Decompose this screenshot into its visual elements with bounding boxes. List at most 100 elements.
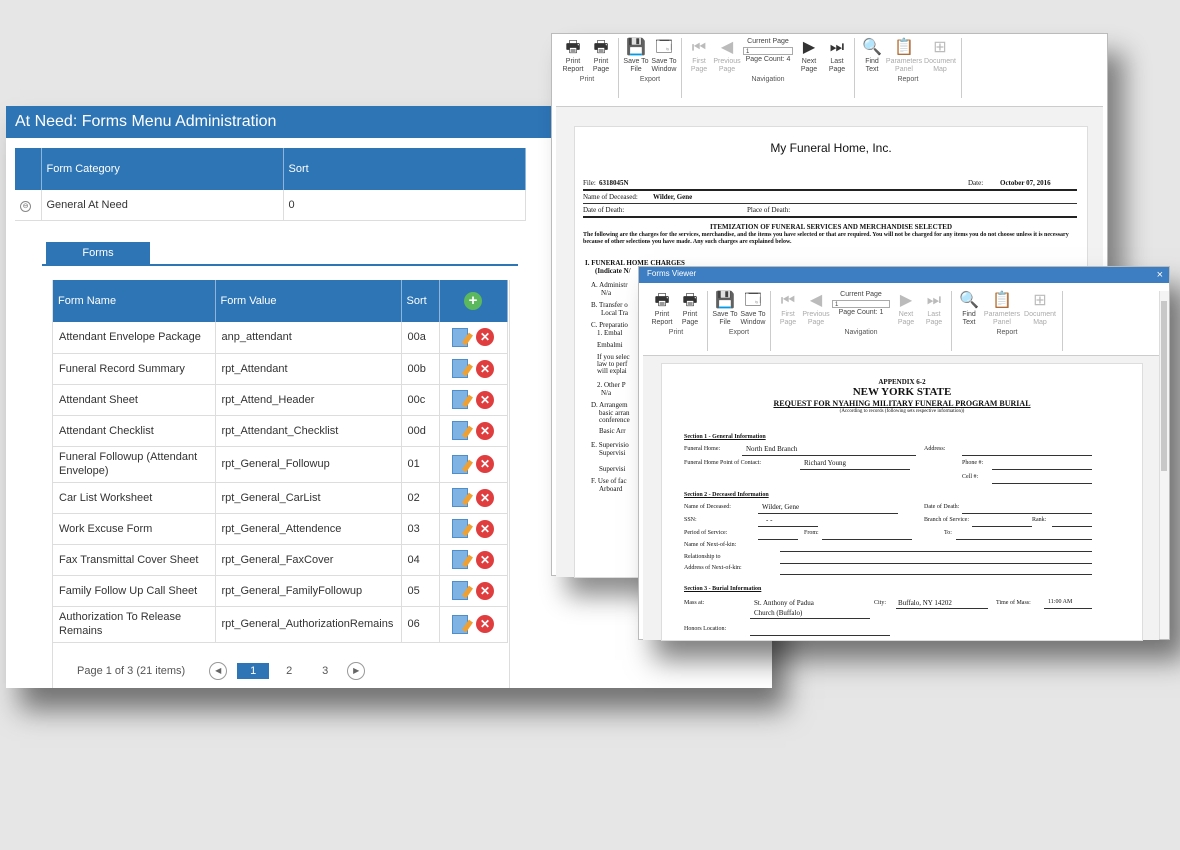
- column-header-form-category[interactable]: Form Category: [41, 148, 284, 190]
- parameters-panel-button[interactable]: 📋 Parameters Panel: [886, 38, 922, 74]
- contact-label: Funeral Home Point of Contact:: [684, 460, 761, 466]
- column-header-form-value[interactable]: Form Value: [215, 280, 402, 322]
- category-sort: 0: [283, 190, 526, 221]
- date-label: Date:: [968, 179, 984, 187]
- mass-value-line-2: Church (Buffalo): [754, 609, 803, 617]
- previous-page-button[interactable]: ◀ Previous Page: [802, 291, 830, 327]
- print-report-button[interactable]: 🖶 Print Report: [648, 291, 676, 327]
- add-form-button[interactable]: +: [464, 292, 482, 310]
- charge-item-line: Supervisi: [599, 465, 626, 473]
- last-page-button[interactable]: ⏭ Last Page: [823, 38, 851, 74]
- category-row[interactable]: ⊖ General At Need 0: [15, 190, 526, 221]
- table-row[interactable]: Attendant Checklist rpt_Attendant_Checkli…: [53, 415, 508, 447]
- form-value-cell: rpt_General_Attendence: [215, 513, 402, 545]
- edit-icon[interactable]: [452, 327, 468, 347]
- print-page-button[interactable]: 🖶 Print Page: [676, 291, 704, 327]
- column-header-form-name[interactable]: Form Name: [53, 280, 216, 322]
- delete-icon[interactable]: ✕: [476, 615, 494, 633]
- first-page-button[interactable]: ⏮ First Page: [685, 38, 713, 74]
- relationship-label: Relationship to: [684, 554, 721, 560]
- ribbon-group-export: 💾 Save To File 🗔 Save To Window Export: [708, 291, 771, 351]
- find-text-button[interactable]: 🔍 Find Text: [858, 38, 886, 74]
- save-window-icon: 🗔: [655, 39, 673, 56]
- prev-page-icon[interactable]: ◀: [209, 662, 228, 680]
- collapse-icon[interactable]: ⊖: [20, 200, 31, 212]
- next-page-icon[interactable]: ▶: [347, 662, 366, 680]
- table-row[interactable]: Attendant Envelope Package anp_attendant 0…: [53, 322, 508, 354]
- pager-summary: Page 1 of 3 (21 items): [77, 665, 186, 677]
- request-form-page: APPENDIX 6-2 NEW YORK STATE REQUEST FOR …: [661, 363, 1143, 641]
- current-page-select[interactable]: 1: [743, 47, 793, 55]
- previous-page-button[interactable]: ◀ Previous Page: [713, 38, 741, 74]
- current-page-select[interactable]: 1: [832, 300, 890, 308]
- window-title: Forms Viewer: [647, 269, 697, 278]
- charge-item-line: C. Preparatio: [591, 321, 628, 329]
- field-line: [780, 574, 1092, 575]
- deceased-label: Name of Deceased:: [583, 193, 638, 201]
- print-report-button[interactable]: 🖶 Print Report: [559, 38, 587, 74]
- city-value: Buffalo, NY 14202: [898, 599, 952, 607]
- to-label: To:: [944, 530, 952, 536]
- next-page-button[interactable]: ▶ Next Page: [892, 291, 920, 327]
- save-to-window-button[interactable]: 🗔 Save To Window: [650, 38, 678, 74]
- form-sort-cell: 02: [401, 482, 440, 514]
- field-line: [800, 469, 910, 470]
- table-row[interactable]: Authorization To Release Remains rpt_Gene…: [53, 606, 508, 643]
- delete-icon[interactable]: ✕: [476, 581, 494, 600]
- save-to-file-button[interactable]: 💾 Save To File: [622, 38, 650, 74]
- parameters-panel-button[interactable]: 📋 Parameters Panel: [983, 291, 1021, 327]
- edit-icon[interactable]: [452, 359, 468, 378]
- save-to-file-button[interactable]: 💾 Save To File: [711, 291, 739, 327]
- edit-icon[interactable]: [452, 614, 468, 634]
- expand-cell[interactable]: ⊖: [15, 190, 42, 221]
- next-page-button[interactable]: ▶ Next Page: [795, 38, 823, 74]
- print-page-button[interactable]: 🖶 Print Page: [587, 38, 615, 74]
- edit-icon[interactable]: [452, 550, 468, 569]
- delete-icon[interactable]: ✕: [476, 421, 494, 440]
- page-2-button[interactable]: 2: [273, 665, 305, 677]
- page-3-button[interactable]: 3: [309, 665, 341, 677]
- form-sort-cell: 00b: [401, 353, 440, 385]
- delete-icon[interactable]: ✕: [476, 519, 494, 538]
- delete-icon[interactable]: ✕: [476, 390, 494, 409]
- edit-icon[interactable]: [452, 454, 468, 474]
- first-page-button[interactable]: ⏮ First Page: [774, 291, 802, 327]
- column-header-sort[interactable]: Sort: [401, 280, 440, 322]
- table-row[interactable]: Car List Worksheet rpt_General_CarList 02 ✕: [53, 482, 508, 514]
- document-map-button[interactable]: ⊞ Document Map: [922, 38, 958, 74]
- category-table: Form Category Sort ⊖ General At Need 0: [15, 148, 526, 221]
- table-row[interactable]: Attendant Sheet rpt_Attend_Header 00c ✕: [53, 384, 508, 416]
- delete-icon[interactable]: ✕: [476, 359, 494, 378]
- table-row[interactable]: Family Follow Up Call Sheet rpt_General_F…: [53, 575, 508, 607]
- delete-icon[interactable]: ✕: [476, 550, 494, 569]
- edit-icon[interactable]: [452, 390, 468, 409]
- field-line: [896, 608, 988, 609]
- tab-forms[interactable]: Forms: [46, 242, 150, 264]
- delete-icon[interactable]: ✕: [476, 455, 494, 473]
- document-map-button[interactable]: ⊞ Document Map: [1021, 291, 1059, 327]
- column-header-sort[interactable]: Sort: [283, 148, 526, 190]
- close-icon[interactable]: ×: [1157, 267, 1163, 283]
- period-label: Period of Service:: [684, 530, 728, 536]
- save-to-window-button[interactable]: 🗔 Save To Window: [739, 291, 767, 327]
- delete-icon[interactable]: ✕: [476, 328, 494, 347]
- edit-icon[interactable]: [452, 421, 468, 440]
- row-actions: ✕: [439, 446, 508, 483]
- table-row[interactable]: Funeral Record Summary rpt_Attendant 00b ✕: [53, 353, 508, 385]
- table-row[interactable]: Work Excuse Form rpt_General_Attendence 03…: [53, 513, 508, 545]
- form-name-cell: Attendant Sheet: [53, 384, 216, 416]
- edit-icon[interactable]: [452, 519, 468, 538]
- forms-body: Attendant Envelope Package anp_attendant 0…: [53, 322, 508, 643]
- edit-icon[interactable]: [452, 581, 468, 600]
- page-1-button[interactable]: 1: [237, 663, 270, 679]
- table-row[interactable]: Funeral Followup (Attendant Envelope) rpt…: [53, 446, 508, 483]
- scrollbar-thumb[interactable]: [1161, 301, 1167, 471]
- find-text-button[interactable]: 🔍 Find Text: [955, 291, 983, 327]
- edit-icon[interactable]: [452, 488, 468, 507]
- field-line: [992, 469, 1092, 470]
- group-label: Navigation: [844, 329, 878, 336]
- table-row[interactable]: Fax Transmittal Cover Sheet rpt_General_F…: [53, 544, 508, 576]
- delete-icon[interactable]: ✕: [476, 488, 494, 507]
- last-page-button[interactable]: ⏭ Last Page: [920, 291, 948, 327]
- vertical-scrollbar[interactable]: [1159, 291, 1169, 639]
